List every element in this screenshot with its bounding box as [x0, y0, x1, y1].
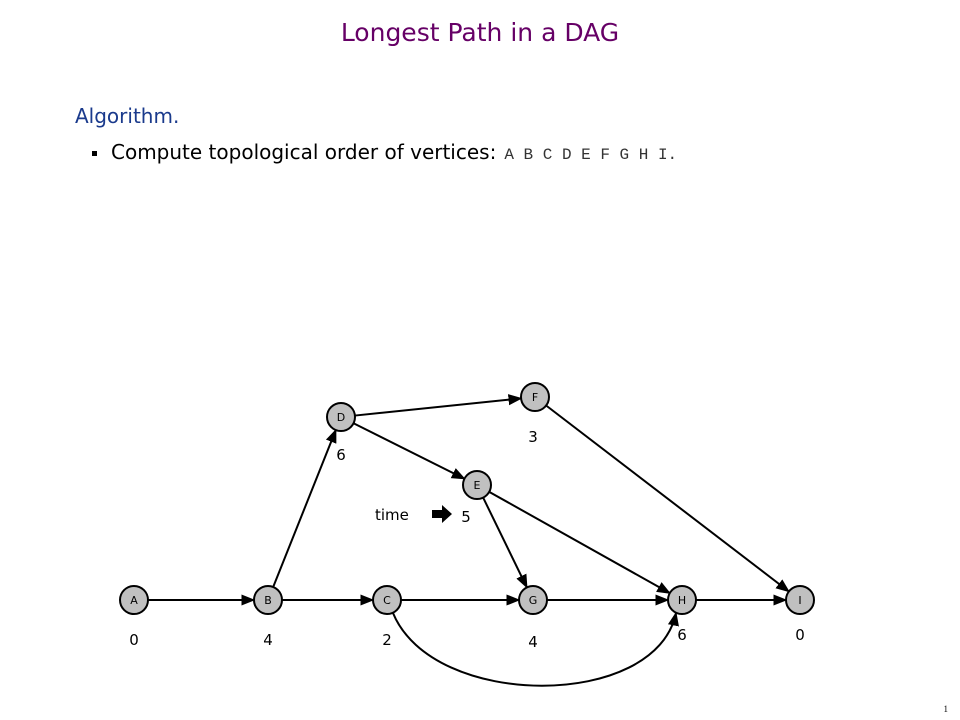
edge-b-d [272, 428, 337, 588]
weight-i: 0 [795, 626, 805, 644]
node-d: D [326, 402, 356, 432]
node-g: G [518, 585, 548, 615]
weight-d: 6 [336, 446, 346, 464]
node-f: F [520, 382, 550, 412]
weight-a: 0 [129, 631, 139, 649]
node-label: A [130, 594, 138, 607]
node-c: C [372, 585, 402, 615]
weight-b: 4 [263, 631, 273, 649]
dag-diagram: A B C D E F G H I 0 4 2 6 5 3 4 6 0 time [119, 382, 815, 687]
page-number: 1 [943, 704, 949, 714]
weight-h: 6 [677, 626, 687, 644]
weight-g: 4 [528, 633, 538, 651]
weight-c: 2 [382, 631, 392, 649]
node-b: B [253, 585, 283, 615]
edge-d-f [354, 394, 523, 417]
node-label: G [529, 594, 538, 607]
node-label: H [678, 594, 686, 607]
node-i: I [785, 585, 815, 615]
time-legend: time [375, 505, 452, 524]
node-label: I [798, 594, 801, 607]
edge-e-g [482, 497, 528, 589]
arrow-right-icon [432, 505, 452, 523]
node-label: C [383, 594, 391, 607]
node-h: H [667, 585, 697, 615]
node-label: F [532, 391, 538, 404]
weight-e: 5 [461, 508, 471, 526]
weight-f: 3 [528, 428, 538, 446]
edge-f-i [545, 404, 790, 593]
time-label: time [375, 506, 409, 524]
edge-e-h [488, 490, 672, 595]
node-label: E [474, 479, 481, 492]
node-e: E [462, 470, 492, 500]
edge-d-e [353, 422, 466, 480]
node-label: D [337, 411, 345, 424]
node-a: A [119, 585, 149, 615]
node-label: B [264, 594, 272, 607]
